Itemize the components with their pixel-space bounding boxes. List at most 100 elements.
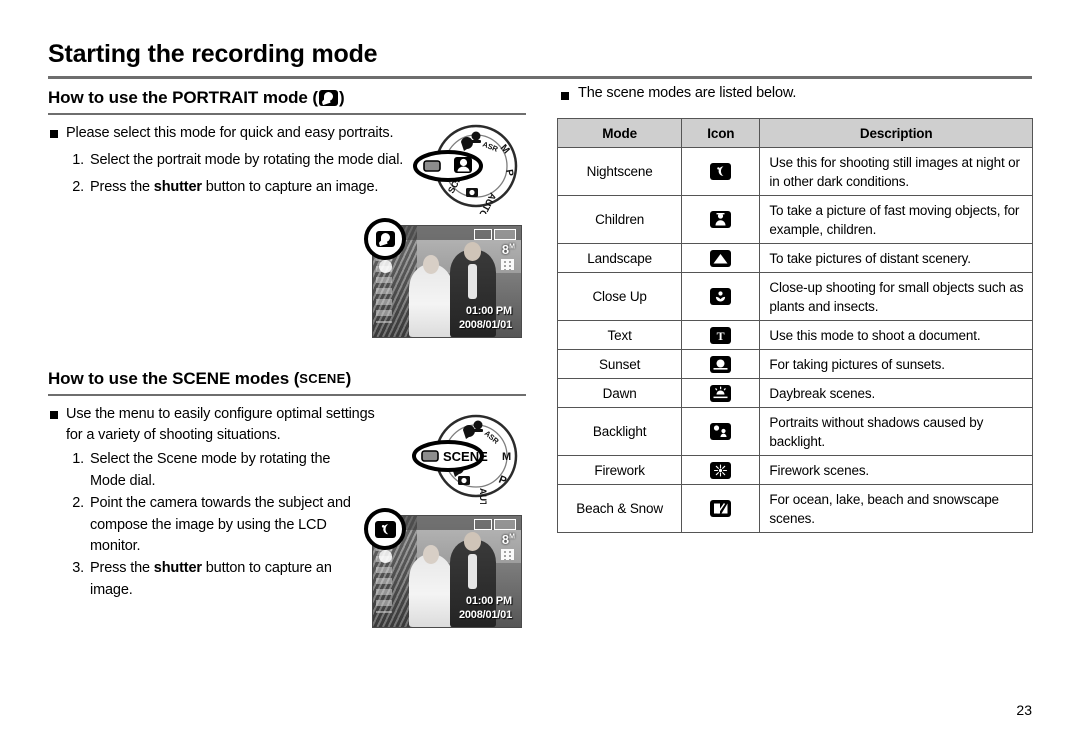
mode-name: Text xyxy=(556,320,683,350)
lcd-subject-bride xyxy=(408,544,453,627)
scene-heading-prefix: How to use the SCENE modes ( xyxy=(48,369,300,388)
scene-heading-suffix: ) xyxy=(345,369,352,388)
text-icon: T xyxy=(710,326,732,344)
mode-icon-cell: T xyxy=(681,320,761,350)
lcd-time: 01:00 PM xyxy=(465,595,512,607)
scene-step-3-bold: shutter xyxy=(153,560,202,576)
beachsnow-icon xyxy=(710,500,732,517)
mode-name: Backlight xyxy=(556,407,683,456)
lcd-subject-bride xyxy=(408,254,453,337)
nightscene-icon xyxy=(374,520,396,538)
portrait-section-divider xyxy=(48,113,526,115)
scene-section-heading: How to use the SCENE modes (SCENE) xyxy=(48,369,351,389)
lcd-resolution-unit: M xyxy=(509,243,515,251)
table-row: Beach & Snow For ocean, lake, beach and … xyxy=(556,484,1033,533)
title-divider xyxy=(48,76,1032,79)
table-row: Close Up Close-up shooting for small obj… xyxy=(556,272,1033,321)
scene-step-1-text: Select the Scene mode by rotating the Mo… xyxy=(90,451,331,489)
battery-icon xyxy=(494,519,516,530)
table-row: Backlight Portraits without shadows caus… xyxy=(556,407,1033,456)
lcd-secondary-icon xyxy=(379,260,392,273)
scene-step-1: 1. Select the Scene mode by rotating the… xyxy=(66,449,366,492)
lcd-resolution-unit: M xyxy=(509,533,515,541)
mode-dial-scene: M P AUTO ASR SCENE xyxy=(408,408,528,513)
mode-description: Close-up shooting for small objects such… xyxy=(759,272,1033,321)
backlight-icon xyxy=(710,423,732,440)
children-icon xyxy=(710,211,732,228)
bullet-square xyxy=(561,92,569,100)
table-header-row: Mode Icon Description xyxy=(556,118,1033,148)
svg-text:M: M xyxy=(502,451,511,463)
lcd-quality-icon xyxy=(501,549,514,560)
scene-section-divider xyxy=(48,394,526,396)
mode-icon-cell xyxy=(681,195,761,244)
portrait-step-2-bold: shutter xyxy=(153,179,202,195)
mode-icon-cell xyxy=(681,378,761,408)
mode-icon-cell xyxy=(681,407,761,456)
column-header-mode: Mode xyxy=(556,118,683,148)
svg-text:T: T xyxy=(717,329,725,343)
mode-description: Use this mode to shoot a document. xyxy=(759,320,1033,350)
portrait-step-2: 2. Press the shutter button to capture a… xyxy=(66,177,412,199)
mode-description: To take a picture of fast moving objects… xyxy=(759,195,1033,244)
mode-dial-portrait: M P AUTO SCENE ASR xyxy=(408,118,528,219)
portrait-bullet-text: Please select this mode for quick and ea… xyxy=(66,125,394,141)
mode-description: Portraits without shadows caused by back… xyxy=(759,407,1033,456)
table-row: Sunset For taking pictures of sunsets. xyxy=(556,349,1033,379)
lcd-time: 01:00 PM xyxy=(465,305,512,317)
mode-description: Daybreak scenes. xyxy=(759,378,1033,408)
scene-step-3-pre: Press the xyxy=(90,560,154,576)
mode-icon-cell xyxy=(681,455,761,485)
lcd-date: 2008/01/01 xyxy=(458,609,512,621)
scene-step-2-number: 2. xyxy=(72,495,84,511)
column-header-icon: Icon xyxy=(681,118,761,148)
mode-icon-cell xyxy=(681,349,761,379)
mode-name: Beach & Snow xyxy=(556,484,683,533)
scene-table-intro: The scene modes are listed below. xyxy=(578,85,797,101)
firework-icon xyxy=(710,461,732,479)
lcd-resolution: 8M xyxy=(502,532,515,547)
portrait-step-1-number: 1. xyxy=(72,152,84,168)
table-row: Firework Firework scenes. xyxy=(556,455,1033,485)
portrait-heading-suffix: ) xyxy=(338,88,345,107)
table-row: Children To take a picture of fast movin… xyxy=(556,195,1033,244)
mode-name: Nightscene xyxy=(556,147,683,196)
lcd-secondary-icon xyxy=(379,550,392,563)
scene-step-2: 2. Point the camera towards the subject … xyxy=(66,493,356,558)
scene-step-3-number: 3. xyxy=(72,560,84,576)
table-row: Nightscene Use this for shooting still i… xyxy=(556,147,1033,196)
page-title: Starting the recording mode xyxy=(48,40,378,68)
memory-card-icon xyxy=(474,519,492,530)
mode-description: For ocean, lake, beach and snowscape sce… xyxy=(759,484,1033,533)
lcd-quality-icon xyxy=(501,259,514,270)
mode-name: Children xyxy=(556,195,683,244)
mode-name: Close Up xyxy=(556,272,683,321)
landscape-icon xyxy=(710,249,732,267)
battery-icon xyxy=(494,229,516,240)
mode-icon-cell xyxy=(681,147,761,196)
table-row: Landscape To take pictures of distant sc… xyxy=(556,243,1033,273)
scene-step-3-text: Press the shutter button to capture an i… xyxy=(90,558,356,601)
mode-name: Landscape xyxy=(556,243,683,273)
mode-icon-cell xyxy=(681,484,761,533)
portrait-section-heading: How to use the PORTRAIT mode () xyxy=(48,88,345,108)
scene-step-2-text: Point the camera towards the subject and… xyxy=(90,495,351,554)
portrait-step-2-text: Press the shutter button to capture an i… xyxy=(90,177,412,199)
lcd-badge-nightscene xyxy=(364,508,406,550)
bullet-square xyxy=(50,411,58,419)
table-row: Text T Use this mode to shoot a document… xyxy=(556,320,1033,350)
sunset-icon xyxy=(710,355,732,373)
table-row: Dawn Daybreak scenes. xyxy=(556,378,1033,408)
mode-description: For taking pictures of sunsets. xyxy=(759,349,1033,379)
portrait-heading-prefix: How to use the PORTRAIT mode ( xyxy=(48,88,318,107)
scene-mode-icon: SCENE xyxy=(299,371,346,386)
mode-name: Sunset xyxy=(556,349,683,379)
mode-description: Firework scenes. xyxy=(759,455,1033,485)
bullet-square xyxy=(50,130,58,138)
scene-modes-table: Mode Icon Description Nightscene Use thi… xyxy=(556,118,1033,533)
memory-card-icon xyxy=(474,229,492,240)
closeup-icon xyxy=(710,288,732,305)
svg-text:SCENE: SCENE xyxy=(443,449,488,464)
lcd-resolution: 8M xyxy=(502,242,515,257)
column-header-description: Description xyxy=(759,118,1033,148)
